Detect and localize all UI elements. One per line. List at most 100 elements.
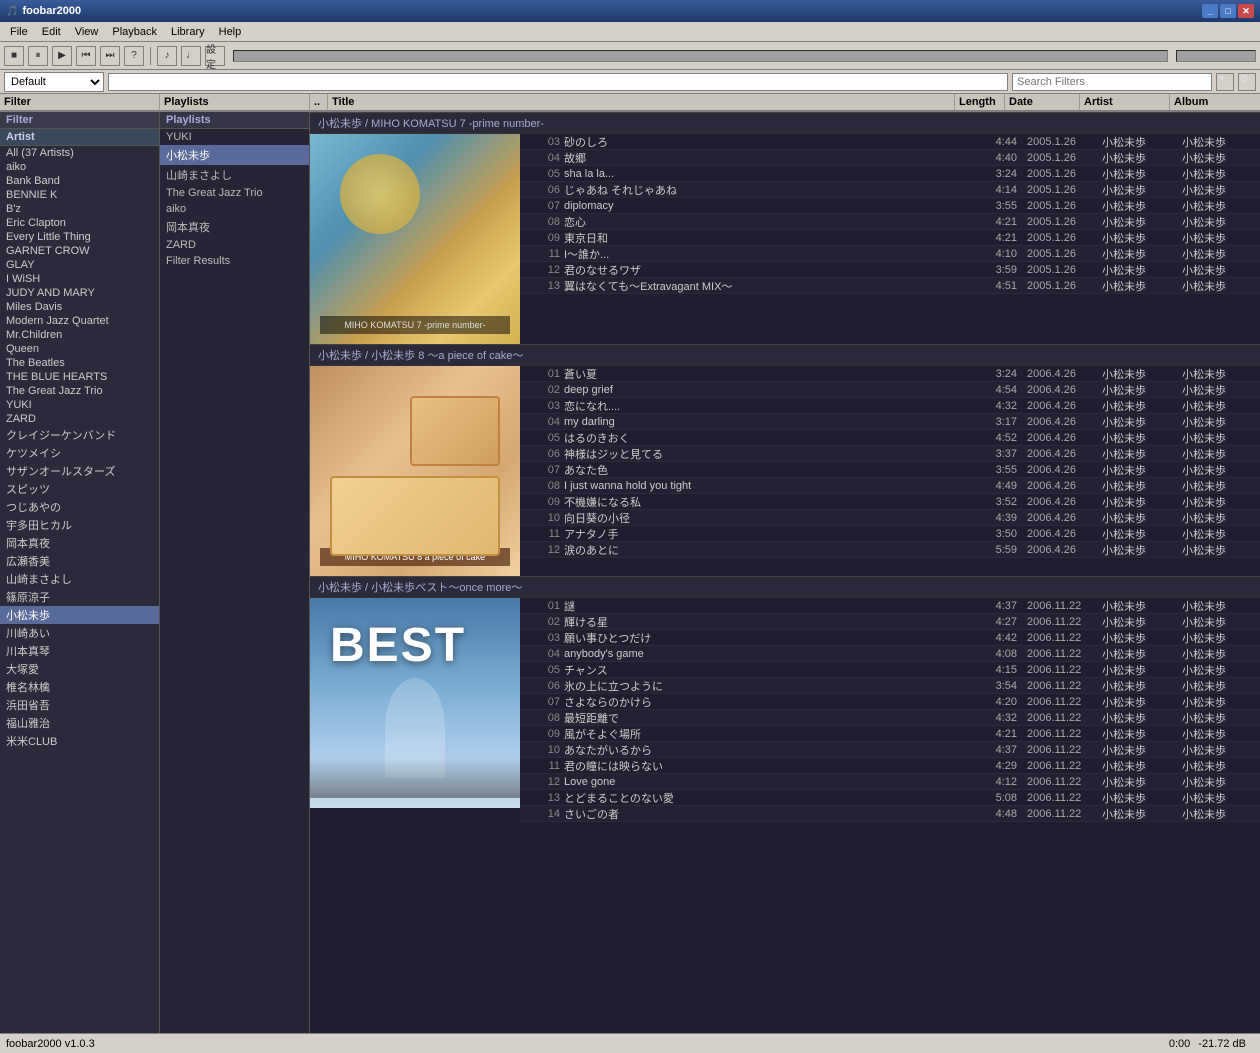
table-row[interactable]: 11 I～誰か... 4:10 2005.1.26 小松未歩 小松未歩 — [520, 246, 1260, 262]
artist-item[interactable]: 福山雅治 — [0, 714, 159, 732]
playlist-item[interactable]: ZARD — [160, 237, 309, 253]
table-row[interactable]: 06 氷の上に立つように 3:54 2006.11.22 小松未歩 小松未歩 — [520, 678, 1260, 694]
track-list-scroll[interactable]: 小松未歩 / MIHO KOMATSU 7 -prime number- MIH… — [310, 112, 1260, 1033]
settings-button[interactable]: 設定 — [205, 46, 225, 66]
menu-library[interactable]: Library — [165, 24, 211, 40]
artist-item[interactable]: THE BLUE HEARTS — [0, 370, 159, 384]
artist-item[interactable]: 小松未歩 — [0, 606, 159, 624]
search-button[interactable]: ▼ — [1216, 73, 1234, 91]
table-row[interactable]: 03 恋になれ.... 4:32 2006.4.26 小松未歩 小松未歩 — [520, 398, 1260, 414]
artist-item[interactable]: aiko — [0, 160, 159, 174]
next-button[interactable]: ⏭ — [100, 46, 120, 66]
artist-item[interactable]: 山崎まさよし — [0, 570, 159, 588]
playlist-item[interactable]: Filter Results — [160, 253, 309, 269]
artist-item[interactable]: Miles Davis — [0, 300, 159, 314]
table-row[interactable]: 11 君の瞳には映らない 4:29 2006.11.22 小松未歩 小松未歩 — [520, 758, 1260, 774]
table-row[interactable]: 12 涙のあとに 5:59 2006.4.26 小松未歩 小松未歩 — [520, 542, 1260, 558]
table-row[interactable]: 06 じゃあね それじゃあね 4:14 2005.1.26 小松未歩 小松未歩 — [520, 182, 1260, 198]
artist-item[interactable]: The Great Jazz Trio — [0, 384, 159, 398]
playlist-item[interactable]: aiko — [160, 201, 309, 217]
progress-bar[interactable] — [233, 50, 1168, 62]
table-row[interactable]: 08 I just wanna hold you tight 4:49 2006… — [520, 478, 1260, 494]
table-row[interactable]: 06 神様はジッと見てる 3:37 2006.4.26 小松未歩 小松未歩 — [520, 446, 1260, 462]
play-button[interactable]: ▶ — [52, 46, 72, 66]
playlist-dropdown[interactable]: Default — [4, 72, 104, 92]
table-row[interactable]: 14 さいごの者 4:48 2006.11.22 小松未歩 小松未歩 — [520, 806, 1260, 822]
table-row[interactable]: 07 さよならのかけら 4:20 2006.11.22 小松未歩 小松未歩 — [520, 694, 1260, 710]
artist-item[interactable]: YUKI — [0, 398, 159, 412]
artist-item[interactable]: All (37 Artists) — [0, 146, 159, 160]
menu-playback[interactable]: Playback — [106, 24, 163, 40]
artist-item[interactable]: 岡本真夜 — [0, 534, 159, 552]
artist-item[interactable]: GARNET CROW — [0, 244, 159, 258]
table-row[interactable]: 04 my darling 3:17 2006.4.26 小松未歩 小松未歩 — [520, 414, 1260, 430]
table-row[interactable]: 13 翼はなくても～Extravagant MIX～ 4:51 2005.1.2… — [520, 278, 1260, 294]
artist-item[interactable]: BENNIE K — [0, 188, 159, 202]
table-row[interactable]: 12 Love gone 4:12 2006.11.22 小松未歩 小松未歩 — [520, 774, 1260, 790]
table-row[interactable]: 02 輝ける星 4:27 2006.11.22 小松未歩 小松未歩 — [520, 614, 1260, 630]
table-row[interactable]: 08 最短距離で 4:32 2006.11.22 小松未歩 小松未歩 — [520, 710, 1260, 726]
col-artist[interactable]: Artist — [1080, 94, 1170, 110]
pause-button[interactable]: ⏸ — [28, 46, 48, 66]
playlist-item[interactable]: YUKI — [160, 129, 309, 145]
table-row[interactable]: 05 sha la la... 3:24 2005.1.26 小松未歩 小松未歩 — [520, 166, 1260, 182]
artist-item[interactable]: JUDY AND MARY — [0, 286, 159, 300]
artist-item[interactable]: つじあやの — [0, 498, 159, 516]
table-row[interactable]: 10 あなたがいるから 4:37 2006.11.22 小松未歩 小松未歩 — [520, 742, 1260, 758]
artist-item[interactable]: I WiSH — [0, 272, 159, 286]
artist-item[interactable]: 川本真琴 — [0, 642, 159, 660]
artist-item[interactable]: Bank Band — [0, 174, 159, 188]
artist-item[interactable]: ケツメイシ — [0, 444, 159, 462]
artist-item[interactable]: 川崎あい — [0, 624, 159, 642]
table-row[interactable]: 07 diplomacy 3:55 2005.1.26 小松未歩 小松未歩 — [520, 198, 1260, 214]
menu-file[interactable]: File — [4, 24, 34, 40]
table-row[interactable]: 01 謎 4:37 2006.11.22 小松未歩 小松未歩 — [520, 598, 1260, 614]
menu-edit[interactable]: Edit — [36, 24, 67, 40]
table-row[interactable]: 08 恋心 4:21 2005.1.26 小松未歩 小松未歩 — [520, 214, 1260, 230]
close-button[interactable]: ✕ — [1238, 4, 1254, 18]
artist-item[interactable]: B'z — [0, 202, 159, 216]
table-row[interactable]: 01 蒼い夏 3:24 2006.4.26 小松未歩 小松未歩 — [520, 366, 1260, 382]
table-row[interactable]: 03 砂のしろ 4:44 2005.1.26 小松未歩 小松未歩 — [520, 134, 1260, 150]
artist-item[interactable]: Every Little Thing — [0, 230, 159, 244]
playlist-item[interactable]: 岡本真夜 — [160, 217, 309, 237]
artist-item[interactable]: スピッツ — [0, 480, 159, 498]
menu-help[interactable]: Help — [213, 24, 248, 40]
artist-item[interactable]: 大塚愛 — [0, 660, 159, 678]
search-go-button[interactable]: ⚙ — [1238, 73, 1256, 91]
table-row[interactable]: 13 とどまることのない愛 5:08 2006.11.22 小松未歩 小松未歩 — [520, 790, 1260, 806]
table-row[interactable]: 09 東京日和 4:21 2005.1.26 小松未歩 小松未歩 — [520, 230, 1260, 246]
address-bar[interactable] — [108, 73, 1008, 91]
artist-item[interactable]: 浜田省吾 — [0, 696, 159, 714]
search-filters-input[interactable] — [1012, 73, 1212, 91]
artist-item[interactable]: 米米CLUB — [0, 732, 159, 750]
table-row[interactable]: 05 チャンス 4:15 2006.11.22 小松未歩 小松未歩 — [520, 662, 1260, 678]
artist-item[interactable]: GLAY — [0, 258, 159, 272]
table-row[interactable]: 02 deep grief 4:54 2006.4.26 小松未歩 小松未歩 — [520, 382, 1260, 398]
artist-item[interactable]: Modern Jazz Quartet — [0, 314, 159, 328]
col-title[interactable]: Title — [328, 94, 955, 110]
playlist-item[interactable]: 小松未歩 — [160, 145, 309, 165]
artist-item[interactable]: Mr.Children — [0, 328, 159, 342]
menu-view[interactable]: View — [69, 24, 105, 40]
table-row[interactable]: 04 anybody's game 4:08 2006.11.22 小松未歩 小… — [520, 646, 1260, 662]
table-row[interactable]: 03 願い事ひとつだけ 4:42 2006.11.22 小松未歩 小松未歩 — [520, 630, 1260, 646]
artist-item[interactable]: クレイジーケンバンド — [0, 426, 159, 444]
stop-button[interactable]: ■ — [4, 46, 24, 66]
col-album[interactable]: Album — [1170, 94, 1260, 110]
table-row[interactable]: 10 向日葵の小径 4:39 2006.4.26 小松未歩 小松未歩 — [520, 510, 1260, 526]
artist-item[interactable]: 宇多田ヒカル — [0, 516, 159, 534]
col-date[interactable]: Date — [1005, 94, 1080, 110]
artist-item[interactable]: Queen — [0, 342, 159, 356]
artist-item[interactable]: 広瀬香美 — [0, 552, 159, 570]
table-row[interactable]: 09 不機嫌になる私 3:52 2006.4.26 小松未歩 小松未歩 — [520, 494, 1260, 510]
table-row[interactable]: 05 はるのきおく 4:52 2006.4.26 小松未歩 小松未歩 — [520, 430, 1260, 446]
playlist-item[interactable]: The Great Jazz Trio — [160, 185, 309, 201]
col-length[interactable]: Length — [955, 94, 1005, 110]
artist-item[interactable]: 椎名林檎 — [0, 678, 159, 696]
prev-button[interactable]: ⏮ — [76, 46, 96, 66]
help-button[interactable]: ? — [124, 46, 144, 66]
volume-slider[interactable] — [1176, 50, 1256, 62]
artist-item[interactable]: Eric Clapton — [0, 216, 159, 230]
table-row[interactable]: 11 アナタノ手 3:50 2006.4.26 小松未歩 小松未歩 — [520, 526, 1260, 542]
